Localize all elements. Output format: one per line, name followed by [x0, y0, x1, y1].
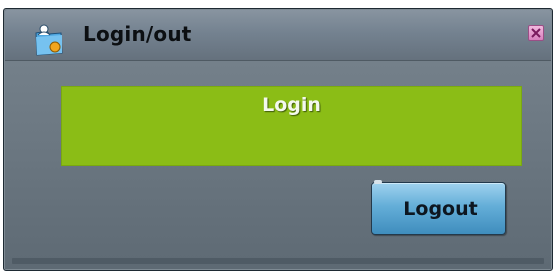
logout-button[interactable]: Logout — [371, 180, 506, 235]
window-title: Login/out — [83, 22, 192, 46]
close-button[interactable] — [528, 25, 544, 41]
title-bar[interactable]: Login/out — [5, 10, 551, 61]
folder-user-icon — [33, 23, 65, 57]
status-box: Login — [61, 86, 522, 166]
close-x-icon — [531, 28, 541, 38]
login-out-window: Login/out Login Logout — [3, 8, 553, 271]
status-text: Login — [262, 94, 321, 116]
content-panel: Login Logout — [5, 61, 551, 269]
bottom-divider — [12, 258, 544, 264]
